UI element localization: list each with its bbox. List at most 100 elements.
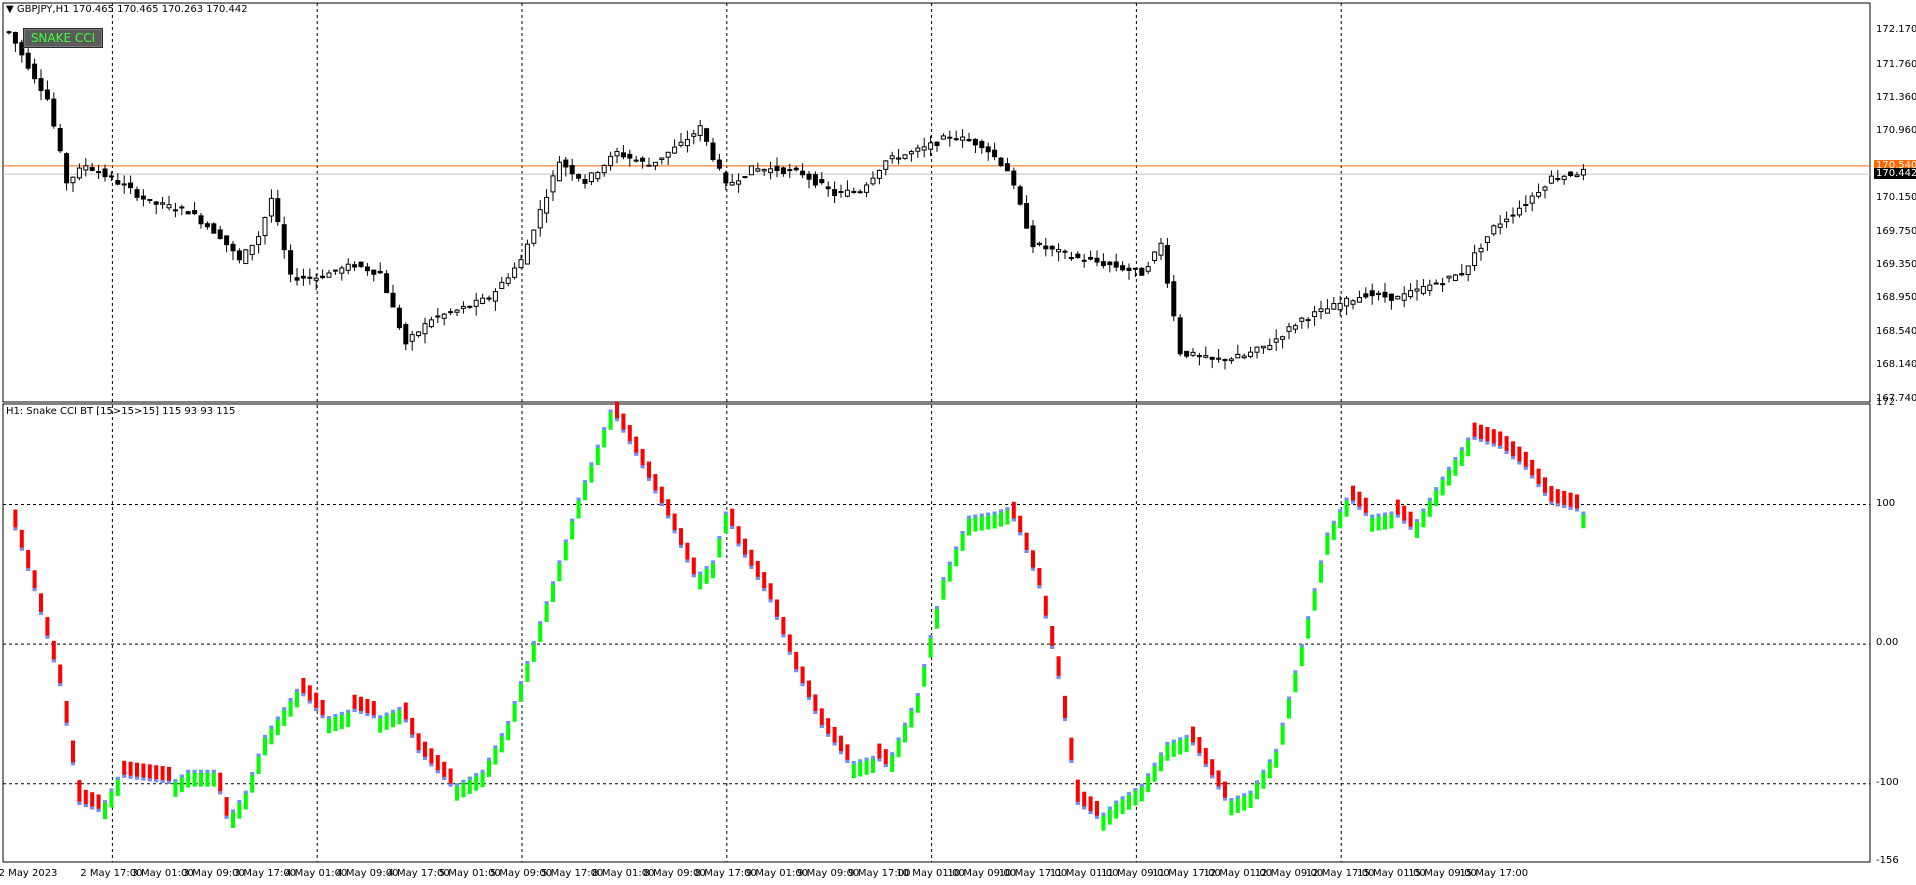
cci-bar bbox=[1095, 801, 1099, 819]
cci-bar bbox=[186, 769, 191, 788]
candle bbox=[748, 165, 754, 176]
cci-bar bbox=[1383, 512, 1387, 530]
cci-bar bbox=[775, 599, 779, 620]
cci-bar bbox=[954, 546, 959, 567]
cci-bar bbox=[1210, 759, 1215, 779]
cci-bar-cap bbox=[19, 547, 24, 551]
cci-bar-cap bbox=[1287, 696, 1291, 700]
cci-bar-cap bbox=[115, 776, 120, 780]
cci-bar bbox=[717, 535, 722, 558]
candle bbox=[166, 195, 172, 211]
cci-bar bbox=[858, 759, 863, 777]
cci-bar-cap bbox=[1338, 509, 1343, 513]
cci-bar-cap bbox=[768, 599, 773, 603]
cci-bar-cap bbox=[781, 634, 786, 638]
candle bbox=[140, 189, 146, 207]
candle bbox=[659, 157, 665, 165]
chart-canvas bbox=[2, 2, 1871, 863]
cci-bar-body bbox=[941, 577, 946, 600]
candle bbox=[1363, 287, 1369, 300]
cci-bar bbox=[1050, 626, 1055, 649]
cci-bar bbox=[1504, 436, 1509, 454]
candle bbox=[505, 273, 511, 287]
cci-bar-cap bbox=[1389, 511, 1394, 515]
cci-bar bbox=[58, 664, 63, 687]
cci-bar bbox=[1293, 670, 1298, 693]
candle-body bbox=[1472, 252, 1478, 267]
candle bbox=[883, 160, 889, 176]
cci-bar bbox=[1120, 796, 1125, 814]
cci-bar-cap bbox=[429, 763, 434, 767]
cci-bar-cap bbox=[1159, 752, 1163, 756]
cci-bar-body bbox=[1037, 568, 1042, 589]
candle bbox=[1542, 185, 1548, 199]
cci-bar-cap bbox=[154, 779, 159, 783]
candle bbox=[332, 269, 338, 275]
candle bbox=[1548, 170, 1554, 184]
cci-bar bbox=[135, 762, 139, 780]
candle-body bbox=[262, 217, 268, 237]
candle-body bbox=[115, 180, 121, 185]
candle-body bbox=[275, 198, 281, 223]
candle-body bbox=[1580, 168, 1586, 176]
cci-bar bbox=[519, 681, 523, 702]
cci-bar-cap bbox=[1479, 438, 1483, 442]
cci-bar bbox=[512, 701, 517, 722]
cci-bar bbox=[909, 707, 914, 728]
candle bbox=[1414, 279, 1420, 301]
candle-body bbox=[1036, 242, 1042, 246]
price-tick-label: 169.350 bbox=[1876, 258, 1916, 270]
candle bbox=[460, 301, 466, 314]
candle-body bbox=[1235, 353, 1241, 359]
cci-bar bbox=[1242, 793, 1247, 811]
candle bbox=[1574, 171, 1580, 178]
cci-bar bbox=[359, 696, 363, 714]
candle bbox=[243, 249, 249, 265]
candle bbox=[1497, 215, 1503, 235]
cci-bar-cap bbox=[250, 772, 255, 776]
candle bbox=[601, 164, 607, 177]
cci-bar bbox=[1511, 441, 1515, 460]
candle-body bbox=[1196, 355, 1202, 358]
candle-body bbox=[1427, 284, 1433, 291]
candle-body bbox=[908, 151, 914, 155]
candle bbox=[729, 174, 735, 186]
snake-cci-button[interactable]: SNAKE CCI bbox=[23, 28, 103, 48]
candle-body bbox=[1190, 351, 1196, 356]
cci-bar bbox=[768, 583, 773, 603]
cci-bar bbox=[608, 409, 613, 430]
candle-body bbox=[409, 334, 415, 342]
cci-bar bbox=[1261, 769, 1266, 789]
cci-bar-cap bbox=[1536, 484, 1541, 488]
candle bbox=[1536, 183, 1542, 199]
indicator-panel-header: H1: Snake CCI BT [15>15>15] 115 93 93 11… bbox=[6, 406, 236, 417]
cci-bar-cap bbox=[602, 427, 607, 431]
cci-bar-cap bbox=[954, 546, 959, 550]
candle bbox=[1184, 350, 1190, 359]
cci-bar-cap bbox=[1466, 437, 1471, 441]
candle-body bbox=[390, 292, 396, 308]
candle-body bbox=[1139, 267, 1145, 276]
candle bbox=[550, 170, 556, 201]
cci-bar bbox=[743, 538, 747, 558]
cci-bar-body bbox=[775, 599, 779, 620]
candle bbox=[102, 164, 108, 182]
cci-bar bbox=[423, 741, 427, 760]
candle-body bbox=[550, 175, 556, 193]
candle bbox=[428, 316, 434, 329]
chart-grid bbox=[3, 3, 1870, 862]
collapse-triangle-icon[interactable]: ▼ bbox=[6, 4, 14, 15]
cci-bar-body bbox=[1299, 644, 1304, 667]
cci-bar bbox=[1555, 489, 1560, 507]
candle bbox=[1420, 279, 1426, 296]
cci-tick-label: 100 bbox=[1876, 497, 1896, 509]
candle bbox=[902, 154, 908, 160]
cci-bar-cap bbox=[506, 720, 511, 724]
cci-bar-cap bbox=[45, 635, 50, 639]
candle bbox=[44, 80, 50, 101]
candle bbox=[185, 210, 191, 215]
candle-body bbox=[332, 269, 338, 272]
cci-bar-body bbox=[519, 681, 523, 702]
candle bbox=[1222, 358, 1228, 370]
cci-bar-body bbox=[922, 664, 927, 687]
